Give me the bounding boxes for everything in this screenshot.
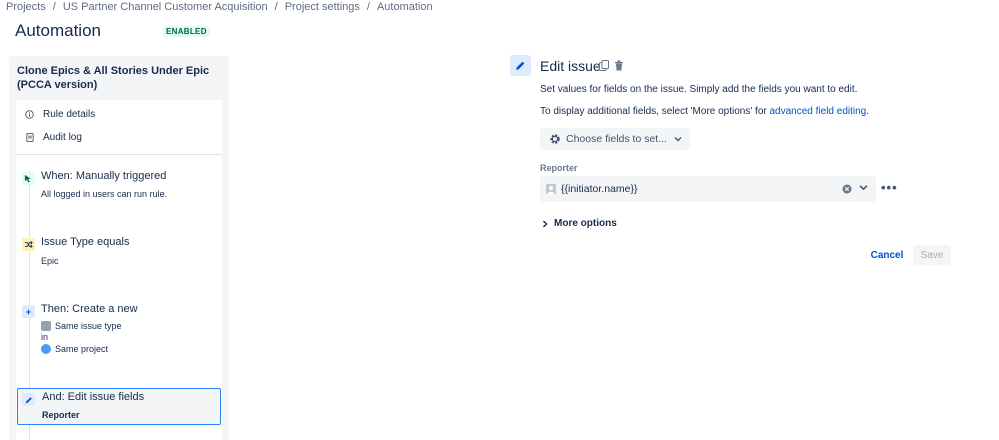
save-button[interactable]: Save <box>913 245 951 265</box>
more-options-toggle[interactable]: More options <box>542 218 617 229</box>
trigger-icon <box>22 172 35 185</box>
breadcrumb-separator: / <box>52 1 56 13</box>
choose-fields-button[interactable]: Choose fields to set... <box>540 128 690 150</box>
rule-name: Clone Epics & All Stories Under Epic (PC… <box>17 65 210 91</box>
create-action-title: Then: Create a new <box>41 303 138 315</box>
breadcrumb-projects[interactable]: Projects <box>6 1 46 13</box>
trigger-component[interactable]: When: Manually triggered All logged in u… <box>16 168 222 208</box>
create-action-component[interactable]: + Then: Create a new Same issue type in … <box>16 301 222 365</box>
user-icon <box>546 184 556 194</box>
shuffle-icon <box>22 238 35 251</box>
condition-title: Issue Type equals <box>41 236 130 248</box>
more-options-label: More options <box>554 218 617 229</box>
plus-icon: + <box>22 305 35 318</box>
pencil-icon <box>22 393 35 406</box>
audit-log-link[interactable]: Audit log <box>16 127 222 147</box>
advanced-field-editing-link[interactable]: advanced field editing <box>770 106 867 117</box>
rule-details-label: Rule details <box>43 108 96 120</box>
gear-icon <box>549 133 561 145</box>
issue-type-line: Same issue type <box>41 321 122 331</box>
reporter-field-value: {{initiator.name}} <box>561 183 638 195</box>
clear-icon[interactable] <box>842 184 852 194</box>
trash-icon[interactable] <box>614 60 624 74</box>
breadcrumb-separator: / <box>366 1 370 13</box>
reporter-field-select[interactable]: {{initiator.name}} <box>540 176 876 202</box>
chevron-right-icon <box>542 220 548 228</box>
rule-details-link[interactable]: Rule details <box>16 104 222 124</box>
edit-component-title: And: Edit issue fields <box>42 391 145 403</box>
rule-panel: Clone Epics & All Stories Under Epic (PC… <box>9 56 229 440</box>
project-line: Same project <box>41 344 108 354</box>
rule-body: Rule details Audit log When: Manually tr… <box>16 100 222 440</box>
edit-issue-icon <box>510 55 531 76</box>
menu-divider <box>16 154 222 155</box>
choose-fields-label: Choose fields to set... <box>566 133 667 145</box>
editor-hint: To display additional fields, select 'Mo… <box>540 106 869 117</box>
edit-issue-component[interactable]: And: Edit issue fields Reporter <box>17 388 221 425</box>
editor-title: Edit issue <box>540 58 601 74</box>
editor-hint-text: To display additional fields, select 'Mo… <box>540 106 770 117</box>
breadcrumb-project-settings[interactable]: Project settings <box>285 1 360 13</box>
breadcrumb-separator: / <box>274 1 278 13</box>
issue-type-value: Same issue type <box>55 321 122 331</box>
copy-icon[interactable] <box>599 60 609 74</box>
more-actions-icon[interactable]: ••• <box>881 180 898 195</box>
page-title: Automation <box>15 21 101 40</box>
trigger-title: When: Manually triggered <box>41 170 167 182</box>
breadcrumb: Projects / US Partner Channel Customer A… <box>6 1 433 13</box>
breadcrumb-project[interactable]: US Partner Channel Customer Acquisition <box>63 1 268 13</box>
reporter-field-label: Reporter <box>540 163 578 173</box>
edit-component-desc: Reporter <box>42 410 80 420</box>
breadcrumb-automation[interactable]: Automation <box>377 1 433 13</box>
in-line: in <box>41 332 49 342</box>
audit-log-label: Audit log <box>43 131 82 143</box>
condition-desc: Epic <box>41 256 59 266</box>
issue-type-icon <box>41 321 51 331</box>
editor-hint-suffix: . <box>866 106 870 117</box>
info-icon <box>25 109 34 119</box>
chevron-down-icon <box>674 136 682 142</box>
editor-description: Set values for fields on the issue. Simp… <box>540 84 858 95</box>
condition-component[interactable]: Issue Type equals Epic <box>16 234 222 274</box>
chevron-down-icon[interactable] <box>859 184 868 191</box>
trigger-desc: All logged in users can run rule. <box>41 189 168 199</box>
project-value: Same project <box>55 344 109 354</box>
project-avatar-icon <box>41 344 51 354</box>
document-icon <box>25 132 34 142</box>
status-badge: ENABLED <box>163 26 210 37</box>
cancel-button[interactable]: Cancel <box>866 245 908 265</box>
